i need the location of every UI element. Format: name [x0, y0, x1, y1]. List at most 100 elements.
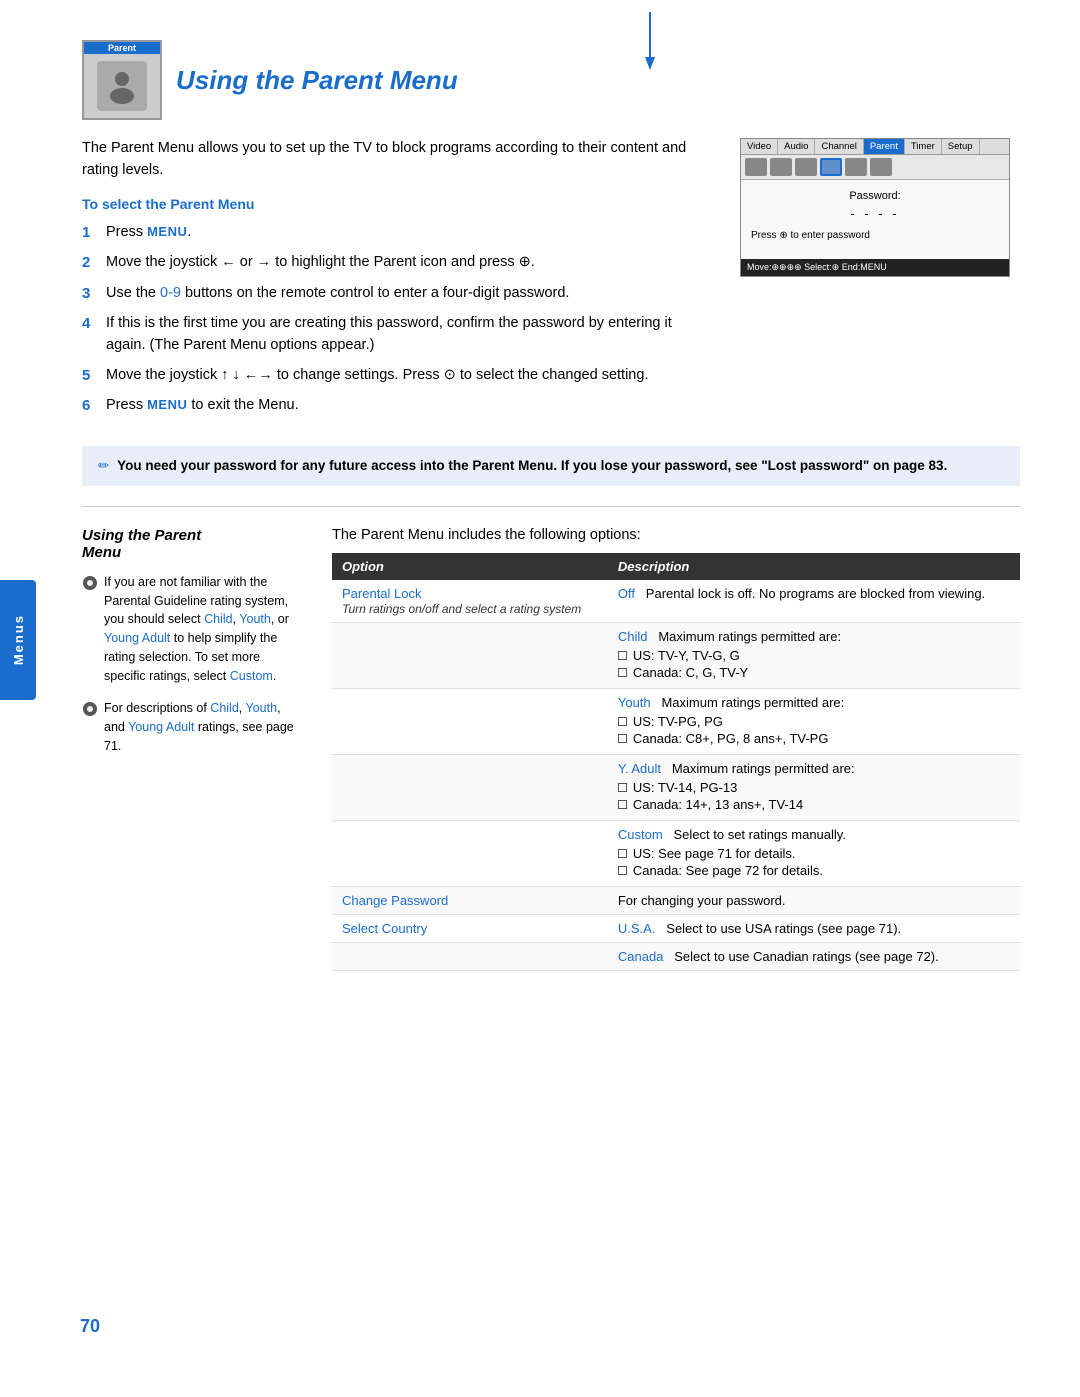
col-description: Description: [608, 553, 1020, 580]
option-cell-select-country: Select Country: [332, 914, 608, 942]
tv-icons-row: [741, 155, 1009, 180]
table-row: Canada Select to use Canadian ratings (s…: [332, 942, 1020, 970]
step-4: 4 If this is the first time you are crea…: [82, 313, 710, 357]
step-num-3: 3: [82, 283, 106, 306]
bullet-sq: [618, 783, 627, 792]
table-row: Y. Adult Maximum ratings permitted are: …: [332, 754, 1020, 820]
desc-cell-child: Child Maximum ratings permitted are: US:…: [608, 622, 1020, 688]
bullet-sq: [618, 866, 627, 875]
page-title: Using the Parent Menu: [176, 65, 458, 96]
section-divider: [82, 506, 1020, 507]
intro-text: The Parent Menu allows you to set up the…: [82, 138, 710, 182]
step-content-4: If this is the first time you are creati…: [106, 313, 710, 357]
link-child-2: Child: [210, 701, 239, 715]
gear-icon-2: [82, 701, 98, 717]
link-young-adult-2: Young Adult: [128, 720, 194, 734]
table-row: Change Password For changing your passwo…: [332, 886, 1020, 914]
step-3: 3 Use the 0-9 buttons on the remote cont…: [82, 283, 710, 306]
main-content: Parent Using the Parent Menu The Parent …: [52, 0, 1080, 1011]
left-note-2: For descriptions of Child, Youth, and Yo…: [82, 699, 302, 755]
left-note-1: If you are not familiar with the Parenta…: [82, 573, 302, 686]
bullet-sq: [618, 849, 627, 858]
second-section-title: Using the ParentMenu: [82, 527, 302, 561]
step-content-2: Move the joystick ← or → to highlight th…: [106, 252, 710, 274]
step-content-1: Press MENU.: [106, 222, 710, 244]
tv-menu-setup: Setup: [942, 139, 980, 154]
yadult-bullets: US: TV-14, PG-13 Canada: 14+, 13 ans+, T…: [618, 780, 1010, 812]
to-select-heading: To select the Parent Menu: [82, 196, 710, 212]
bullet-sq: [618, 734, 627, 743]
step-content-6: Press MENU to exit the Menu.: [106, 395, 710, 417]
step-content-5: Move the joystick ↑ ↓ ←→ to change setti…: [106, 365, 710, 387]
note-box: ✏ You need your password for any future …: [82, 446, 1020, 486]
parent-badge: Parent: [84, 42, 160, 54]
bullet-item: Canada: 14+, 13 ans+, TV-14: [618, 797, 1010, 812]
pencil-icon: ✏: [98, 458, 109, 473]
step-num-1: 1: [82, 222, 106, 245]
parent-icon-image: [97, 61, 147, 111]
step-num-4: 4: [82, 313, 106, 336]
custom-bullets: US: See page 71 for details. Canada: See…: [618, 846, 1010, 878]
table-body: Parental Lock Turn ratings on/off and se…: [332, 580, 1020, 971]
tv-icon-5: [845, 158, 867, 176]
step-6: 6 Press MENU to exit the Menu.: [82, 395, 710, 418]
link-youth-2: Youth: [246, 701, 278, 715]
tv-menu-timer: Timer: [905, 139, 942, 154]
tv-menubar: Video Audio Channel Parent Timer Setup: [741, 139, 1009, 155]
link-child: Child: [204, 612, 233, 626]
page-number: 70: [80, 1316, 100, 1337]
tv-menu-parent: Parent: [864, 139, 905, 154]
table-row: Select Country U.S.A. Select to use USA …: [332, 914, 1020, 942]
table-row: Parental Lock Turn ratings on/off and se…: [332, 580, 1020, 623]
includes-text: The Parent Menu includes the following o…: [332, 527, 1020, 543]
option-cell-empty: [332, 820, 608, 886]
tv-screenshot-area: Video Audio Channel Parent Timer Setup: [740, 138, 1020, 426]
step-num-5: 5: [82, 365, 106, 388]
steps-list: 1 Press MENU. 2 Move the joystick ← or →…: [82, 222, 710, 418]
desc-cell-youth: Youth Maximum ratings permitted are: US:…: [608, 688, 1020, 754]
custom-value: Custom: [618, 827, 663, 842]
sidebar-tab-label: Menus: [11, 614, 26, 665]
step3-link: 0-9: [160, 285, 181, 301]
tv-icon-6: [870, 158, 892, 176]
link-youth: Youth: [239, 612, 271, 626]
options-table: Option Description Parental Lock Turn ra…: [332, 553, 1020, 971]
option-cell-empty: [332, 688, 608, 754]
desc-cell-yadult: Y. Adult Maximum ratings permitted are: …: [608, 754, 1020, 820]
title-section: Parent Using the Parent Menu: [82, 40, 1020, 120]
bullet-sq: [618, 651, 627, 660]
menu-keyword: MENU: [147, 224, 187, 239]
bullet-sq: [618, 717, 627, 726]
tv-icon-4-selected: [820, 158, 842, 176]
link-young-adult: Young Adult: [104, 631, 170, 645]
change-password-option: Change Password: [342, 893, 448, 908]
tv-password-dashes: - - - -: [751, 206, 999, 221]
youth-value: Youth: [618, 695, 651, 710]
table-row: Child Maximum ratings permitted are: US:…: [332, 622, 1020, 688]
sidebar-menus-tab: Menus: [0, 580, 36, 700]
bullet-item: US: TV-14, PG-13: [618, 780, 1010, 795]
table-row: Custom Select to set ratings manually. U…: [332, 820, 1020, 886]
bullet-sq: [618, 800, 627, 809]
left-note-1-text: If you are not familiar with the Parenta…: [104, 573, 302, 686]
arrow-decoration: [540, 12, 760, 82]
table-row: Youth Maximum ratings permitted are: US:…: [332, 688, 1020, 754]
option-cell: Parental Lock Turn ratings on/off and se…: [332, 580, 608, 623]
step-1: 1 Press MENU.: [82, 222, 710, 245]
tv-icon-1: [745, 158, 767, 176]
link-custom: Custom: [230, 669, 273, 683]
step-num-6: 6: [82, 395, 106, 418]
select-country-option: Select Country: [342, 921, 427, 936]
tv-menu-audio: Audio: [778, 139, 815, 154]
menu-keyword-2: MENU: [147, 397, 187, 412]
bullet-item: Canada: C, G, TV-Y: [618, 665, 1010, 680]
usa-value: U.S.A.: [618, 921, 656, 936]
note-text: You need your password for any future ac…: [117, 458, 947, 473]
child-bullets: US: TV-Y, TV-G, G Canada: C, G, TV-Y: [618, 648, 1010, 680]
desc-cell-custom: Custom Select to set ratings manually. U…: [608, 820, 1020, 886]
left-note-2-text: For descriptions of Child, Youth, and Yo…: [104, 699, 302, 755]
child-value: Child: [618, 629, 648, 644]
tv-screenshot: Video Audio Channel Parent Timer Setup: [740, 138, 1010, 277]
top-content-area: The Parent Menu allows you to set up the…: [82, 138, 1020, 426]
top-left-column: The Parent Menu allows you to set up the…: [82, 138, 710, 426]
